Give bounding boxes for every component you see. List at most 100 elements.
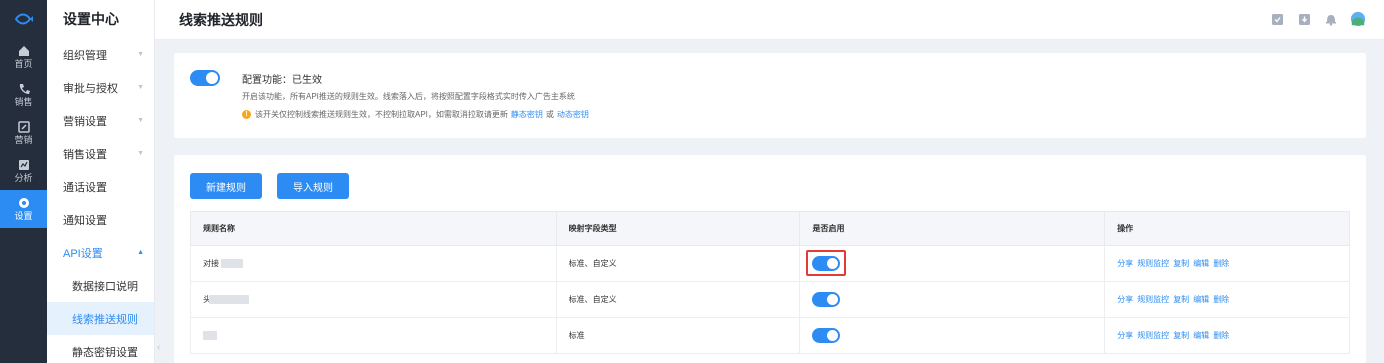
chevron-down-icon: ▼ <box>137 51 144 58</box>
new-rule-button[interactable]: 新建规则 <box>190 173 262 199</box>
table-row: 对接 标准、自定义 分享 规则监控 复制 编辑 删除 <box>190 245 1350 282</box>
copy-link[interactable]: 复制 <box>1173 295 1189 304</box>
edit-icon <box>17 120 30 133</box>
static-key-link[interactable]: 静态密钥 <box>511 109 543 120</box>
config-description: 开启该功能，所有API推送的规则生效。线索落入后，将按照配置字段格式实时传入广告… <box>242 92 575 101</box>
config-card: 配置功能：已生效 开启该功能，所有API推送的规则生效。线索落入后，将按照配置字… <box>174 53 1366 138</box>
menu-item-label: 通话设置 <box>63 181 107 194</box>
redacted-block <box>203 331 217 341</box>
dynamic-key-link[interactable]: 动态密钥 <box>557 109 589 120</box>
bell-icon[interactable] <box>1323 11 1339 27</box>
rules-card: 新建规则 导入规则 规则名称 映射字段类型 是否启用 操作 对接 标准、自定义 <box>174 155 1366 363</box>
import-rule-button[interactable]: 导入规则 <box>277 173 349 199</box>
copy-link[interactable]: 复制 <box>1173 259 1189 268</box>
rail-item-settings[interactable]: 设置 <box>0 190 47 228</box>
rule-actions: 分享 规则监控 复制 编辑 删除 <box>1104 281 1350 318</box>
delete-link[interactable]: 删除 <box>1213 331 1229 340</box>
delete-link[interactable]: 删除 <box>1213 259 1229 268</box>
edit-link[interactable]: 编辑 <box>1193 331 1209 340</box>
share-link[interactable]: 分享 <box>1117 295 1133 304</box>
monitor-link[interactable]: 规则监控 <box>1137 259 1169 268</box>
redacted-block <box>209 295 250 305</box>
copy-link[interactable]: 复制 <box>1173 331 1189 340</box>
column-header-name: 规则名称 <box>190 211 557 246</box>
fish-logo-icon <box>14 13 33 25</box>
rail-item-home[interactable]: 首页 <box>0 38 47 76</box>
menu-item-api[interactable]: API设置 ▲ <box>47 236 154 269</box>
phone-icon <box>19 83 30 94</box>
menu-item-org[interactable]: 组织管理 ▼ <box>47 38 154 71</box>
submenu-item-label: 数据接口说明 <box>72 280 138 293</box>
edit-link[interactable]: 编辑 <box>1193 259 1209 268</box>
menu-item-label: API设置 <box>63 247 103 260</box>
monitor-link[interactable]: 规则监控 <box>1137 331 1169 340</box>
menu-collapse-handle[interactable]: ‹ <box>157 342 160 353</box>
table-header-row: 规则名称 映射字段类型 是否启用 操作 <box>190 211 1350 246</box>
menu-title: 设置中心 <box>63 11 119 27</box>
config-toggle[interactable] <box>190 70 220 86</box>
app-logo[interactable] <box>0 0 47 38</box>
column-header-type: 映射字段类型 <box>555 211 801 246</box>
menu-item-approval[interactable]: 审批与授权 ▼ <box>47 71 154 104</box>
warning-icon: ! <box>242 110 251 119</box>
redacted-block <box>221 259 244 269</box>
column-header-enabled: 是否启用 <box>799 211 1106 246</box>
table-row: 头条 动 标准、自定义 分享规则监控复制编辑删除 <box>190 281 1350 318</box>
home-icon <box>18 45 29 56</box>
task-icon[interactable] <box>1269 11 1285 27</box>
rule-name: 对接 <box>203 259 219 268</box>
menu-item-notify[interactable]: 通知设置 <box>47 203 154 236</box>
chevron-down-icon: ▼ <box>137 84 144 91</box>
page-title: 线索推送规则 <box>179 11 263 28</box>
warning-text: 该开关仅控制线索推送规则生效，不控制拉取API，如需取消拉取请更新 <box>255 110 508 119</box>
column-header-actions: 操作 <box>1104 211 1350 246</box>
submenu-item-label: 线索推送规则 <box>72 313 138 326</box>
rule-type: 标准、自定义 <box>555 245 801 282</box>
rail-label-home: 首页 <box>14 58 33 69</box>
chevron-down-icon: ▼ <box>137 117 144 124</box>
rail-item-marketing[interactable]: 营销 <box>0 114 47 152</box>
rail-label-marketing: 营销 <box>14 134 33 145</box>
rule-enabled-cell <box>799 281 1106 318</box>
monitor-link[interactable]: 规则监控 <box>1137 295 1169 304</box>
share-link[interactable]: 分享 <box>1117 331 1133 340</box>
rule-enabled-toggle[interactable] <box>812 292 841 307</box>
rule-actions: 分享 规则监控 复制 编辑 删除 <box>1104 245 1350 282</box>
rule-enabled-cell <box>799 317 1106 354</box>
page-header: 线索推送规则 <box>155 0 1384 40</box>
rail-label-sales: 销售 <box>14 96 33 107</box>
delete-link[interactable]: 删除 <box>1213 295 1229 304</box>
avatar[interactable] <box>1350 11 1366 27</box>
rule-actions: 分享 规则监控 复制 编辑 删除 <box>1104 317 1350 354</box>
download-icon[interactable] <box>1296 11 1312 27</box>
chart-icon <box>18 159 29 170</box>
highlight-box <box>806 250 847 276</box>
rail-label-settings: 设置 <box>14 210 33 221</box>
submenu-item-label: 静态密钥设置 <box>72 346 138 359</box>
rail-item-sales[interactable]: 销售 <box>0 76 47 114</box>
gear-icon <box>18 197 29 208</box>
rail-label-analysis: 分析 <box>14 172 33 183</box>
rail-item-analysis[interactable]: 分析 <box>0 152 47 190</box>
menu-item-label: 营销设置 <box>63 115 107 128</box>
submenu-item-lead-push[interactable]: 线索推送规则 <box>47 302 154 335</box>
rule-type: 标准、自定义 <box>555 281 801 318</box>
chevron-up-icon: ▲ <box>137 249 144 256</box>
table-row: 标准 分享 规则监控 复制 编辑 删除 <box>190 317 1350 354</box>
share-link[interactable]: 分享 <box>1117 259 1133 268</box>
submenu-item-api-doc[interactable]: 数据接口说明 <box>47 269 154 302</box>
header-actions <box>1269 11 1366 27</box>
rule-type: 标准 <box>555 317 801 354</box>
menu-item-marketing[interactable]: 营销设置 ▼ <box>47 104 154 137</box>
app-rail: 首页 销售 营销 分析 设置 <box>0 0 47 363</box>
menu-item-label: 通知设置 <box>63 214 107 227</box>
menu-item-sales[interactable]: 销售设置 ▼ <box>47 137 154 170</box>
menu-item-call[interactable]: 通话设置 <box>47 170 154 203</box>
menu-item-label: 组织管理 <box>63 49 107 62</box>
rule-name-cell: 头条 动 <box>190 281 557 318</box>
rules-table: 规则名称 映射字段类型 是否启用 操作 对接 标准、自定义 分享 规则监控 复制 编辑… <box>190 211 1350 354</box>
submenu-item-static-key[interactable]: 静态密钥设置 <box>47 335 154 363</box>
edit-link[interactable]: 编辑 <box>1193 295 1209 304</box>
rule-enabled-toggle[interactable] <box>812 328 841 343</box>
menu-item-label: 审批与授权 <box>63 82 118 95</box>
